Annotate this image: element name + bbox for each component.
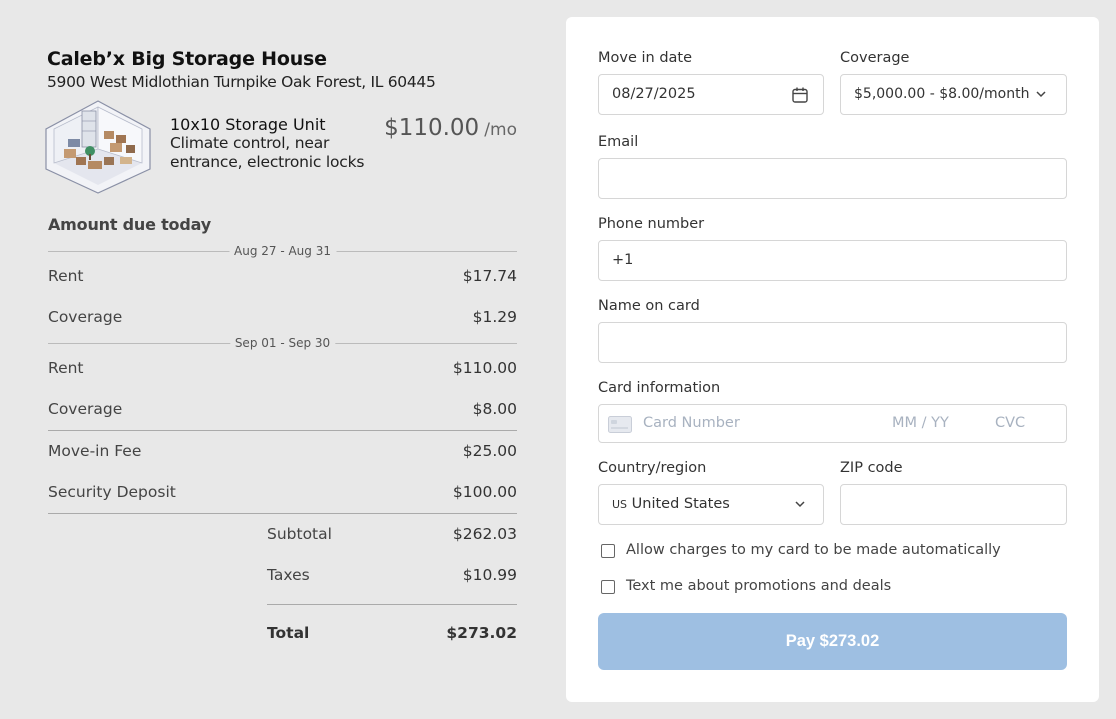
card-cvc-input[interactable]: CVC [995,415,1025,431]
taxes-value: $10.99 [462,566,517,584]
auto-charge-label[interactable]: Allow charges to my card to be made auto… [626,542,1001,558]
line-item: Coverage $8.00 [48,400,517,422]
order-summary: Caleb’x Big Storage House 5900 West Midl… [0,0,566,719]
country-value: United States [631,496,730,512]
unit-description: Climate control, near entrance, electron… [170,134,365,171]
fee-value: $100.00 [452,483,517,501]
chevron-down-icon [1036,91,1046,98]
move-in-date-input[interactable]: 08/27/2025 [598,74,824,115]
promotions-label[interactable]: Text me about promotions and deals [626,578,891,594]
zip-code-label: ZIP code [840,460,903,476]
move-in-date-value: 08/27/2025 [612,86,696,102]
credit-card-icon [608,416,632,433]
line-item: Rent $17.74 [48,267,517,289]
amount-due-title: Amount due today [48,215,211,234]
country-selected: US United States [612,496,730,512]
divider [48,430,517,431]
period-separator: Aug 27 - Aug 31 [48,244,517,258]
period-separator: Sep 01 - Sep 30 [48,336,517,350]
line-item-value: $1.29 [472,308,517,326]
line-item: Coverage $1.29 [48,308,517,330]
subtotal-row: Subtotal $262.03 [267,525,517,543]
unit-price: $110.00 /mo [384,115,517,141]
line-item-value: $8.00 [472,400,517,418]
unit-price-amount: $110.00 [384,115,480,141]
total-label: Total [267,624,310,642]
store-name: Caleb’x Big Storage House [47,48,327,70]
taxes-label: Taxes [267,566,310,584]
card-information-field[interactable]: Card Number MM / YY CVC [598,404,1067,443]
phone-label: Phone number [598,216,705,232]
name-on-card-label: Name on card [598,298,700,314]
line-item-label: Coverage [48,308,123,326]
coverage-label: Coverage [840,50,910,66]
auto-charge-checkbox[interactable] [601,544,615,558]
line-item-value: $17.74 [462,267,517,285]
store-address: 5900 West Midlothian Turnpike Oak Forest… [47,73,436,91]
coverage-value: $5,000.00 - $8.00/month [854,86,1030,102]
unit-price-period: /mo [484,120,517,140]
line-item-value: $110.00 [452,359,517,377]
line-item: Rent $110.00 [48,359,517,381]
divider [48,513,517,514]
country-select[interactable]: US United States [598,484,824,525]
period-label: Aug 27 - Aug 31 [229,244,336,258]
total-row: Total $273.02 [267,624,517,642]
line-item-label: Rent [48,267,84,285]
subtotal-label: Subtotal [267,525,332,543]
email-input[interactable] [598,158,1067,199]
zip-code-input[interactable] [840,484,1067,525]
phone-value: +1 [612,252,634,268]
email-label: Email [598,134,639,150]
card-number-input[interactable]: Card Number [643,415,740,431]
country-flag-icon: US [612,498,628,511]
divider [267,604,517,605]
move-in-date-label: Move in date [598,50,693,66]
period-label: Sep 01 - Sep 30 [229,336,336,350]
taxes-row: Taxes $10.99 [267,566,517,584]
fee-item: Move-in Fee $25.00 [48,442,517,464]
chevron-down-icon [795,501,805,508]
subtotal-value: $262.03 [452,525,517,543]
coverage-select[interactable]: $5,000.00 - $8.00/month [840,74,1067,115]
fee-label: Security Deposit [48,483,176,501]
total-value: $273.02 [446,624,517,642]
fee-label: Move-in Fee [48,442,142,460]
line-item-label: Coverage [48,400,123,418]
name-on-card-input[interactable] [598,322,1067,363]
card-expiry-input[interactable]: MM / YY [892,415,949,431]
fee-value: $25.00 [462,442,517,460]
calendar-icon[interactable] [791,86,809,104]
phone-input[interactable]: +1 [598,240,1067,281]
storage-unit-illustration [45,100,151,194]
country-label: Country/region [598,460,707,476]
fee-item: Security Deposit $100.00 [48,483,517,505]
card-information-label: Card information [598,380,721,396]
line-item-label: Rent [48,359,84,377]
promotions-checkbox[interactable] [601,580,615,594]
unit-title: 10x10 Storage Unit [170,115,326,134]
pay-button[interactable]: Pay $273.02 [598,613,1067,670]
